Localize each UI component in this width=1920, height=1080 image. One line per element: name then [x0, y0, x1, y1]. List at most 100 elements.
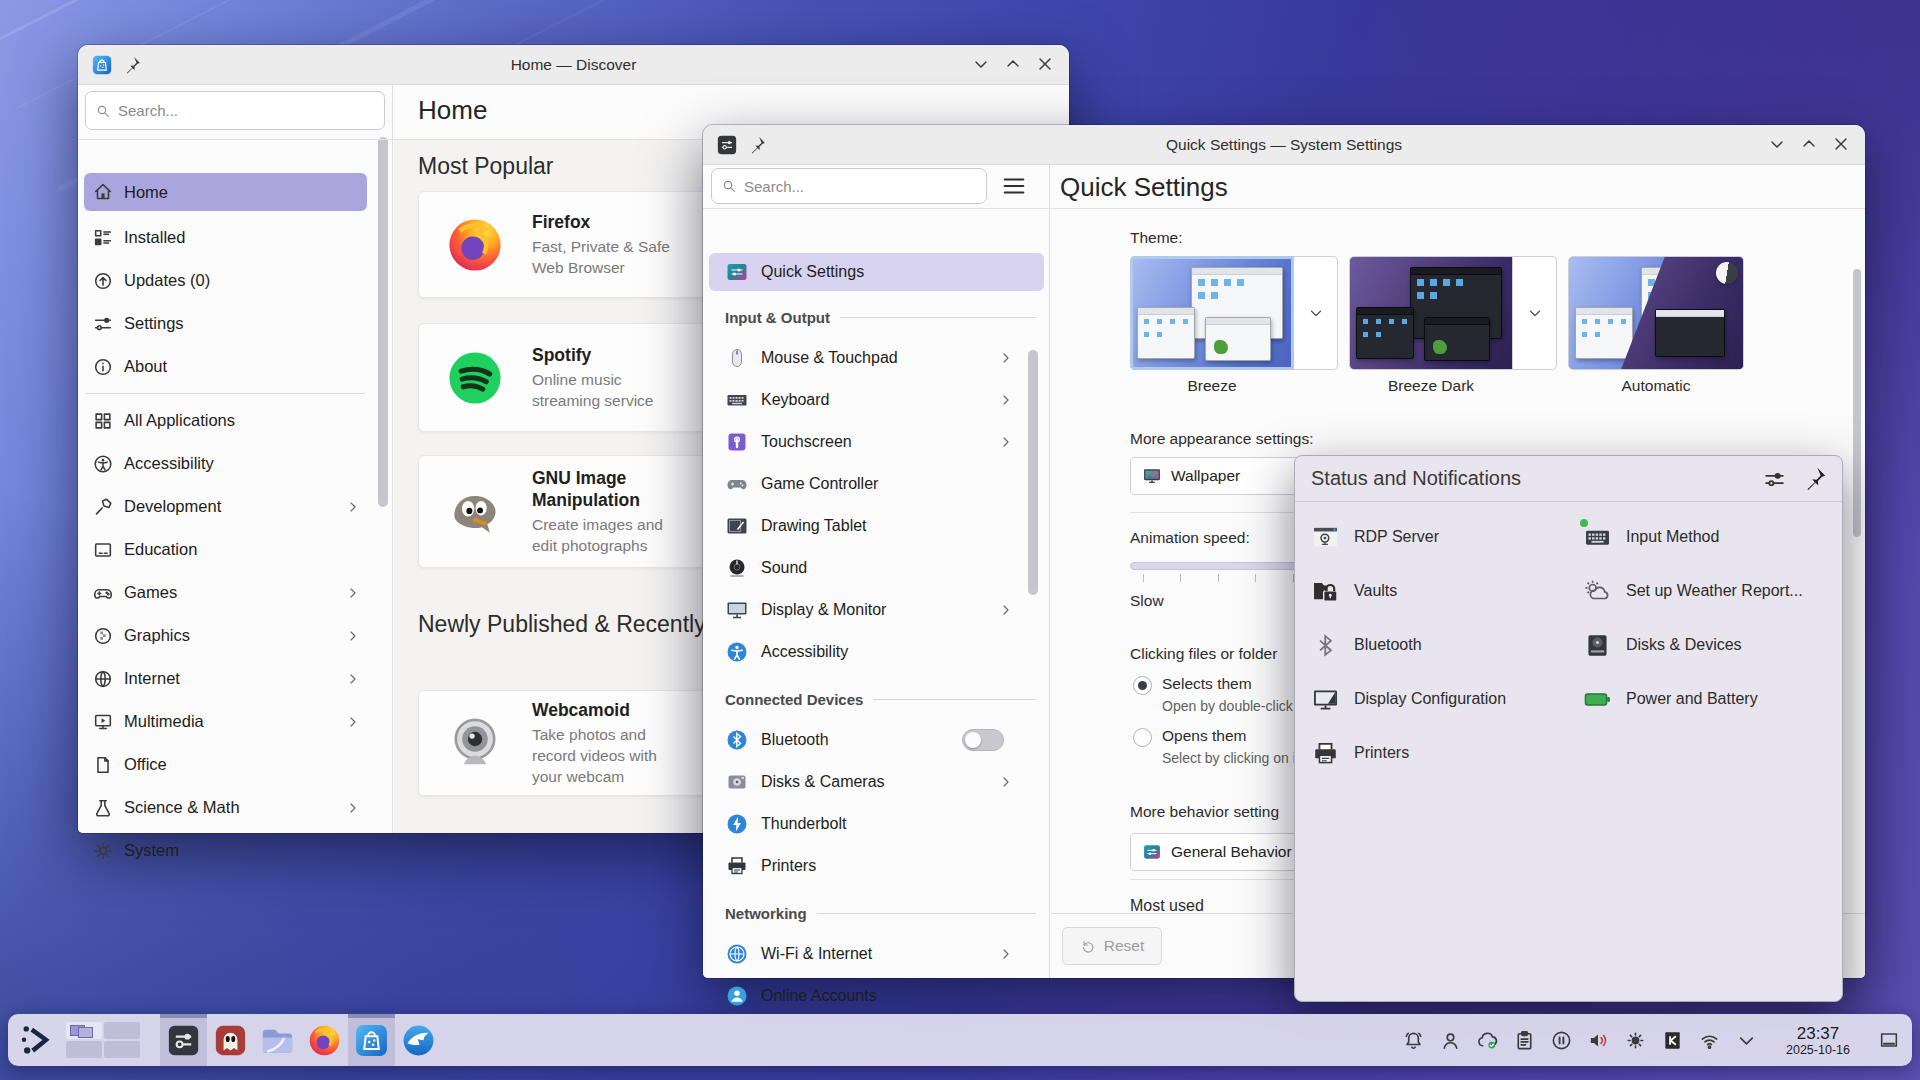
cloud-sync-icon[interactable]	[1476, 1029, 1499, 1052]
sidebar-item-drawing-tablet[interactable]: Drawing Tablet	[709, 505, 1044, 547]
chevron-down-icon[interactable]	[1735, 1029, 1758, 1052]
theme-breeze-variants-button[interactable]	[1294, 256, 1338, 370]
task-system-settings[interactable]	[160, 1014, 207, 1066]
status-item-power-and-battery[interactable]: Power and Battery	[1583, 681, 1758, 717]
sidebar-item-all-applications[interactable]: All Applications	[84, 399, 367, 442]
desktop-1[interactable]	[66, 1022, 102, 1039]
status-item-set-up-weather-report[interactable]: Set up Weather Report...	[1583, 573, 1803, 609]
volume-icon[interactable]	[1587, 1029, 1610, 1052]
close-button[interactable]	[1831, 134, 1851, 154]
sidebar-item-installed[interactable]: Installed	[84, 216, 367, 259]
discover-sidebar-scrollbar[interactable]	[378, 137, 388, 507]
sidebar-item-wi-fi-internet[interactable]: Wi-Fi & Internet	[709, 933, 1044, 975]
minimize-button[interactable]	[971, 54, 991, 74]
status-item-display-configuration[interactable]: Display Configuration	[1311, 681, 1506, 717]
sidebar-item-online-accounts[interactable]: Online Accounts	[709, 975, 1044, 1017]
status-item-printers[interactable]: Printers	[1311, 735, 1409, 771]
settings-content-scrollbar[interactable]	[1853, 269, 1861, 537]
weather-icon	[1583, 577, 1612, 606]
task-discover[interactable]	[348, 1014, 395, 1066]
sidebar-item-display-monitor[interactable]: Display & Monitor	[709, 589, 1044, 631]
task-ghost-icon	[212, 1022, 249, 1059]
sidebar-item-development[interactable]: Development	[84, 485, 367, 528]
app-launcher-button[interactable]	[18, 1021, 56, 1059]
theme-automatic-thumbnail[interactable]	[1568, 256, 1744, 370]
minimize-button[interactable]	[1767, 134, 1787, 154]
theme-breeze-thumbnail[interactable]	[1130, 256, 1294, 370]
reset-button[interactable]: Reset	[1062, 927, 1162, 965]
brightness-icon[interactable]	[1624, 1029, 1647, 1052]
sidebar-item-accessibility[interactable]: Accessibility	[84, 442, 367, 485]
show-desktop-button[interactable]	[1878, 1029, 1900, 1051]
education-icon	[92, 539, 114, 561]
settings-titlebar[interactable]: Quick Settings — System Settings	[703, 125, 1865, 165]
theme-card-breeze-dark[interactable]	[1349, 256, 1557, 370]
sidebar-item-bluetooth[interactable]: Bluetooth	[709, 719, 1044, 761]
settings-sidebar-scrollbar[interactable]	[1028, 350, 1038, 595]
discover-search-input[interactable]: Search...	[85, 91, 385, 130]
user-icon[interactable]	[1439, 1029, 1462, 1052]
sidebar-item-keyboard[interactable]: Keyboard	[709, 379, 1044, 421]
opens-them-radio[interactable]	[1133, 728, 1152, 747]
sidebar-item-thunderbolt[interactable]: Thunderbolt	[709, 803, 1044, 845]
settings-search-input[interactable]: Search...	[711, 168, 987, 204]
close-button[interactable]	[1035, 54, 1055, 74]
status-item-input-method[interactable]: Input Method	[1583, 519, 1719, 555]
status-item-label: Disks & Devices	[1626, 636, 1742, 654]
task-ghostwriter[interactable]	[207, 1014, 254, 1066]
sidebar-item-office[interactable]: Office	[84, 743, 367, 786]
sidebar-item-quick-settings[interactable]: Quick Settings	[709, 253, 1044, 291]
theme-card-automatic[interactable]	[1568, 256, 1744, 370]
sidebar-item-accessibility[interactable]: Accessibility	[709, 631, 1044, 673]
sidebar-item-graphics[interactable]: Graphics	[84, 614, 367, 657]
task-dolphin[interactable]	[254, 1014, 301, 1066]
sidebar-item-touchscreen[interactable]: Touchscreen	[709, 421, 1044, 463]
sidebar-item-disks-cameras[interactable]: Disks & Cameras	[709, 761, 1044, 803]
task-falkon[interactable]	[395, 1014, 442, 1066]
sidebar-item-settings[interactable]: Settings	[84, 302, 367, 345]
desktop-4[interactable]	[104, 1041, 140, 1058]
sidebar-item-printers[interactable]: Printers	[709, 845, 1044, 887]
spotify-app-icon	[443, 346, 507, 410]
hamburger-menu-button[interactable]	[1000, 172, 1028, 200]
status-item-bluetooth[interactable]: Bluetooth	[1311, 627, 1422, 663]
clipboard-icon[interactable]	[1513, 1029, 1536, 1052]
sidebar-item-updates-0[interactable]: Updates (0)	[84, 259, 367, 302]
notifications-icon[interactable]	[1402, 1029, 1425, 1052]
virtual-desktop-pager[interactable]	[66, 1021, 142, 1059]
sidebar-item-about[interactable]: About	[84, 345, 367, 388]
sidebar-item-home[interactable]: Home	[84, 173, 367, 211]
maximize-button[interactable]	[1003, 54, 1023, 74]
bluetooth-toggle[interactable]	[962, 729, 1004, 751]
maximize-button[interactable]	[1799, 134, 1819, 154]
status-item-rdp-server[interactable]: RDP Server	[1311, 519, 1439, 555]
sidebar-item-science-math[interactable]: Science & Math	[84, 786, 367, 829]
status-item-disks-devices[interactable]: Disks & Devices	[1583, 627, 1742, 663]
wifi-icon[interactable]	[1698, 1029, 1721, 1052]
status-item-vaults[interactable]: Vaults	[1311, 573, 1397, 609]
sidebar-item-mouse-touchpad[interactable]: Mouse & Touchpad	[709, 337, 1044, 379]
sidebar-item-sound[interactable]: Sound	[709, 547, 1044, 589]
sidebar-item-internet[interactable]: Internet	[84, 657, 367, 700]
theme-breeze-dark-variants-button[interactable]	[1513, 256, 1557, 370]
theme-card-breeze[interactable]	[1130, 256, 1338, 370]
desktop-3[interactable]	[66, 1041, 102, 1058]
kate-icon[interactable]	[1661, 1029, 1684, 1052]
media-pause-icon[interactable]	[1550, 1029, 1573, 1052]
sidebar-item-multimedia[interactable]: Multimedia	[84, 700, 367, 743]
battery-icon	[1583, 685, 1612, 714]
popup-pin-icon[interactable]	[1801, 465, 1828, 492]
touchscreen-icon	[725, 430, 749, 454]
selects-them-radio[interactable]	[1133, 676, 1152, 695]
configure-icon[interactable]	[1762, 467, 1787, 492]
sidebar-item-label: Wi-Fi & Internet	[761, 945, 872, 963]
sidebar-item-education[interactable]: Education	[84, 528, 367, 571]
desktop-2[interactable]	[104, 1022, 140, 1039]
sidebar-item-games[interactable]: Games	[84, 571, 367, 614]
discover-titlebar[interactable]: Home — Discover	[78, 45, 1069, 85]
sidebar-item-game-controller[interactable]: Game Controller	[709, 463, 1044, 505]
theme-breeze-dark-thumbnail[interactable]	[1349, 256, 1513, 370]
sidebar-item-system[interactable]: System	[84, 829, 367, 872]
task-firefox[interactable]	[301, 1014, 348, 1066]
digital-clock[interactable]: 23:37 2025-10-16	[1772, 1024, 1864, 1057]
